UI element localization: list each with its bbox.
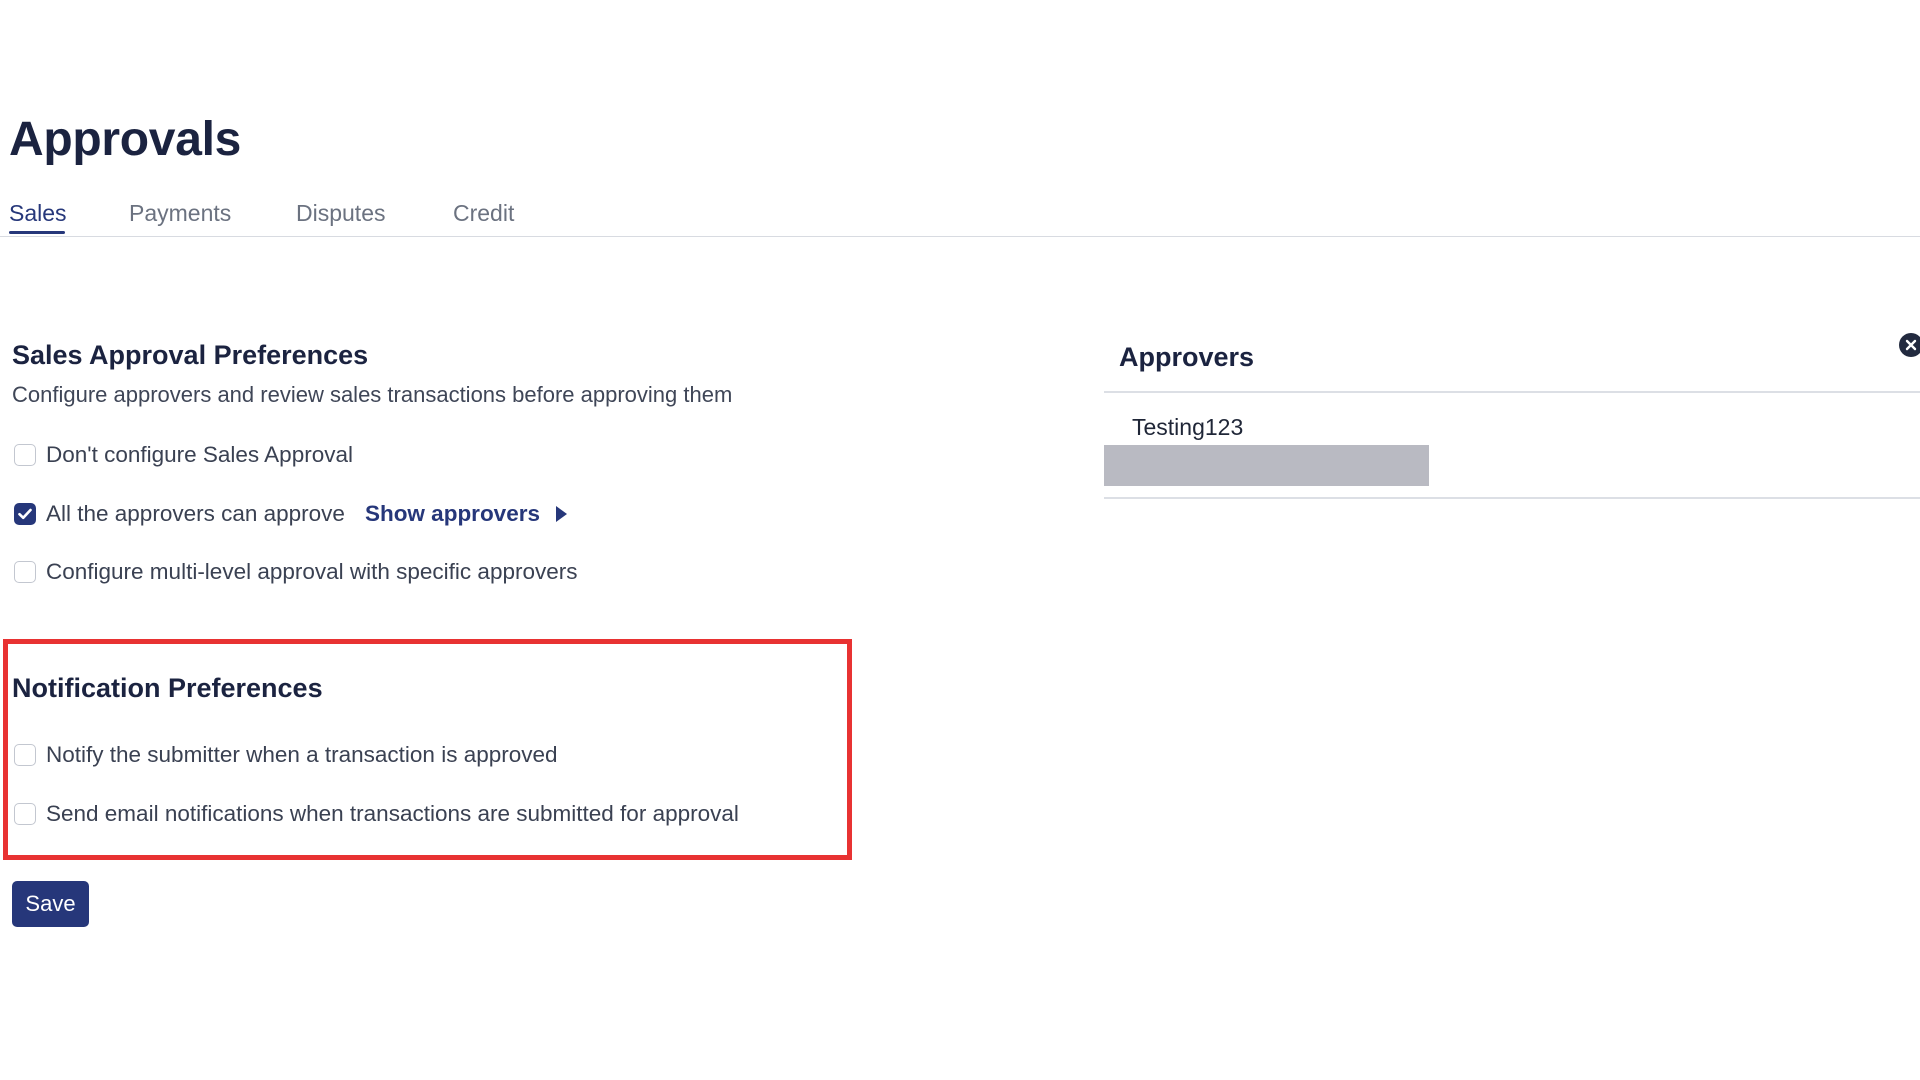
email-notifications-label: Send email notifications when transactio… [46, 801, 739, 826]
approvers-footer-divider [1104, 497, 1920, 499]
approver-name: Testing123 [1132, 414, 1244, 440]
option-notify-submitter: Notify the submitter when a transaction … [14, 741, 558, 769]
close-x-glyph [1905, 339, 1917, 351]
tab-bar: Sales Payments Disputes Credit [0, 196, 1920, 237]
approvals-page: Approvals Sales Payments Disputes Credit… [0, 0, 1920, 1080]
page-title: Approvals [9, 113, 242, 166]
redacted-approver-bar [1104, 445, 1429, 486]
sales-approval-description: Configure approvers and review sales tra… [12, 382, 733, 407]
notify-submitter-label: Notify the submitter when a transaction … [46, 742, 558, 767]
tab-credit[interactable]: Credit [453, 200, 514, 227]
email-notifications-checkbox[interactable] [14, 803, 36, 825]
tab-sales[interactable]: Sales [9, 200, 67, 227]
multi-level-checkbox[interactable] [14, 561, 36, 583]
option-email-notifications: Send email notifications when transactio… [14, 800, 739, 828]
tab-payments[interactable]: Payments [129, 200, 231, 227]
dont-configure-checkbox[interactable] [14, 444, 36, 466]
multi-level-label: Configure multi-level approval with spec… [46, 559, 578, 584]
notify-submitter-checkbox[interactable] [14, 744, 36, 766]
notification-preferences-title: Notification Preferences [12, 673, 323, 703]
show-approvers-link[interactable]: Show approvers [365, 501, 567, 527]
tab-disputes[interactable]: Disputes [296, 200, 385, 227]
option-dont-configure: Don't configure Sales Approval [14, 441, 353, 469]
save-button[interactable]: Save [12, 881, 89, 927]
all-approvers-checkbox[interactable] [14, 503, 36, 525]
approvers-title: Approvers [1119, 342, 1255, 372]
dont-configure-label: Don't configure Sales Approval [46, 442, 353, 467]
play-icon [555, 506, 567, 522]
option-multi-level: Configure multi-level approval with spec… [14, 558, 578, 586]
checkmark-icon [18, 508, 32, 520]
active-tab-indicator [9, 231, 65, 234]
approvers-header-divider [1104, 391, 1920, 393]
all-approvers-label: All the approvers can approve [46, 501, 345, 526]
close-icon[interactable] [1899, 333, 1920, 357]
option-all-approvers: All the approvers can approve Show appro… [14, 500, 567, 528]
sales-approval-title: Sales Approval Preferences [12, 340, 369, 370]
show-approvers-label: Show approvers [364, 501, 540, 526]
